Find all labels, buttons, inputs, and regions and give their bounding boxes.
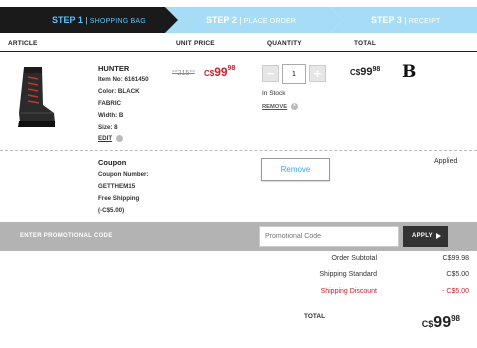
shipping-value: C$5.00: [446, 271, 469, 278]
boot-image[interactable]: [14, 65, 56, 130]
subtotal-label: Order Subtotal: [331, 255, 377, 262]
shipping-label: Shipping Standard: [319, 271, 377, 278]
step-3-sub: RECEIPT: [408, 18, 441, 25]
step-receipt[interactable]: STEP 3 | RECEIPT: [371, 7, 441, 33]
column-total: TOTAL: [354, 40, 377, 47]
step-shopping-bag[interactable]: STEP 1 | SHOPPING BAG: [52, 7, 146, 33]
step-1-label: STEP 1: [52, 15, 83, 25]
product-name[interactable]: HUNTER: [98, 64, 129, 73]
item-divider: [0, 150, 477, 151]
promo-label: ENTER PROMOTIONAL CODE: [20, 233, 113, 239]
product-item-no: Item No: 6161450: [98, 76, 149, 83]
product-fabric: FABRIC: [98, 100, 122, 107]
line-total-main: 99: [360, 66, 373, 78]
edit-link[interactable]: EDIT: [98, 135, 112, 142]
remove-item-link[interactable]: REMOVE: [262, 104, 287, 110]
subtotal-value: C$99.98: [442, 255, 469, 262]
product-size: Size: 8: [98, 124, 118, 131]
step-3-label: STEP 3: [371, 15, 402, 25]
line-total-currency: C$: [350, 68, 361, 77]
original-price: °°215°°: [172, 70, 195, 77]
step-1-sub: SHOPPING BAG: [89, 18, 146, 25]
line-total-cents: 98: [372, 66, 381, 73]
sale-price-cents: 98: [227, 65, 236, 72]
column-quantity: QUANTITY: [267, 40, 302, 47]
coupon-description: Free Shipping: [98, 195, 140, 202]
sale-price-currency: C$: [204, 69, 215, 78]
coupon-title: Coupon: [98, 158, 127, 167]
apply-button[interactable]: APPLY: [403, 226, 448, 247]
step-place-order[interactable]: STEP 2 | PLACE ORDER: [206, 7, 296, 33]
header-divider: [0, 51, 477, 52]
grand-total: C$9998: [422, 314, 460, 332]
line-total: C$9998: [350, 66, 380, 78]
coupon-amount: (-C$5.00): [98, 207, 125, 214]
edit-icon[interactable]: [116, 135, 123, 142]
stock-status: In Stock: [262, 90, 286, 97]
column-unit-price: UNIT PRICE: [176, 40, 215, 47]
sale-price: C$9998: [204, 65, 235, 79]
product-width: Width: B: [98, 112, 124, 119]
quantity-decrease-button[interactable]: −: [262, 65, 279, 82]
coupon-code: GETTHEM15: [98, 183, 136, 190]
apply-button-label: APPLY: [412, 233, 433, 239]
promo-code-input[interactable]: [259, 226, 399, 247]
quantity-increase-button[interactable]: +: [309, 65, 326, 82]
brand-logo: B: [402, 62, 417, 82]
step-2-label: STEP 2: [206, 15, 237, 25]
grand-total-currency: C$: [421, 319, 434, 329]
remove-coupon-button[interactable]: Remove: [261, 158, 330, 181]
quantity-input[interactable]: [282, 64, 306, 84]
discount-value: - C$5.00: [442, 288, 469, 295]
remove-icon[interactable]: ×: [291, 103, 298, 110]
grand-total-label: TOTAL: [304, 313, 326, 320]
grand-total-main: 99: [433, 314, 452, 331]
sale-price-main: 99: [214, 65, 228, 79]
arrow-right-icon: [436, 233, 441, 239]
checkout-steps: STEP 1 | SHOPPING BAG STEP 2 | PLACE ORD…: [0, 7, 477, 33]
coupon-number-label: Coupon Number:: [98, 171, 149, 178]
grand-total-cents: 98: [451, 314, 460, 323]
column-article: ARTICLE: [8, 40, 38, 47]
step-2-sub: PLACE ORDER: [243, 18, 297, 25]
product-color: Color: BLACK: [98, 88, 140, 95]
discount-label: Shipping Discount: [320, 288, 377, 295]
coupon-status: Applied: [434, 158, 458, 165]
